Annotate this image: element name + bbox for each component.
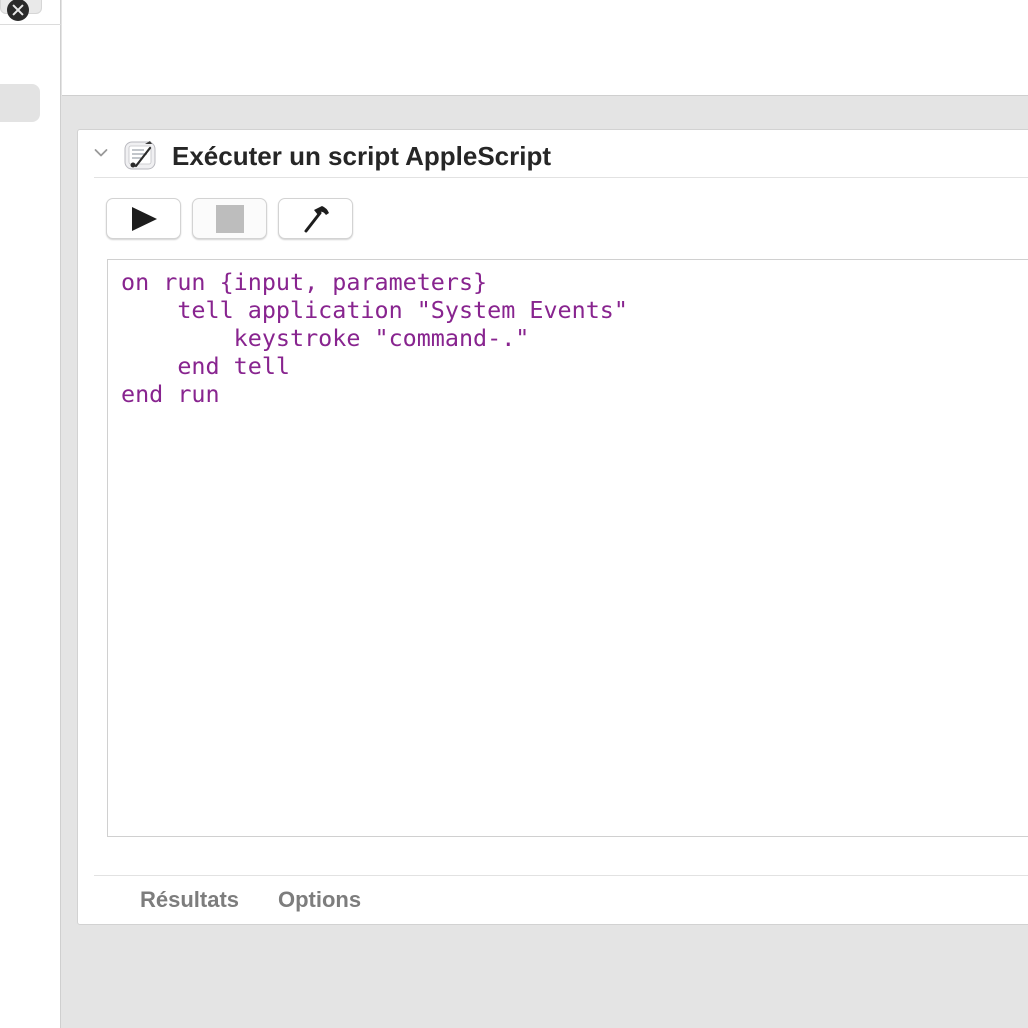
hammer-icon [304, 205, 329, 232]
sidebar-selected-item[interactable] [0, 84, 40, 122]
tab-options[interactable]: Options [278, 887, 361, 913]
action-title: Exécuter un script AppleScript [172, 141, 552, 171]
action-header: Exécuter un script AppleScript [94, 130, 1028, 178]
code-line: on run {input, parameters} [121, 268, 488, 296]
sidebar-divider [0, 24, 61, 25]
run-button[interactable] [106, 198, 181, 239]
code-line: tell application "System Events" [121, 296, 628, 324]
code-line: keystroke "command-." [121, 324, 530, 352]
script-editor[interactable]: on run {input, parameters} tell applicat… [107, 259, 1028, 837]
code-line: end run [121, 380, 220, 408]
close-icon [7, 0, 29, 21]
code-line: end tell [121, 352, 290, 380]
chevron-down-icon[interactable] [94, 146, 108, 160]
play-icon [131, 206, 157, 231]
sidebar [0, 0, 61, 1028]
clear-search-button[interactable] [0, 0, 42, 21]
applescript-action-card: Exécuter un script AppleScript on run {i… [77, 129, 1028, 925]
workflow-top-area [62, 0, 1028, 96]
tab-results[interactable]: Résultats [140, 887, 239, 913]
stop-icon [215, 204, 244, 233]
script-editor-icon [124, 141, 156, 170]
compile-button[interactable] [278, 198, 353, 239]
stop-button[interactable] [192, 198, 267, 239]
action-footer: Résultats Options [94, 875, 1028, 925]
script-code: on run {input, parameters} tell applicat… [121, 268, 628, 408]
